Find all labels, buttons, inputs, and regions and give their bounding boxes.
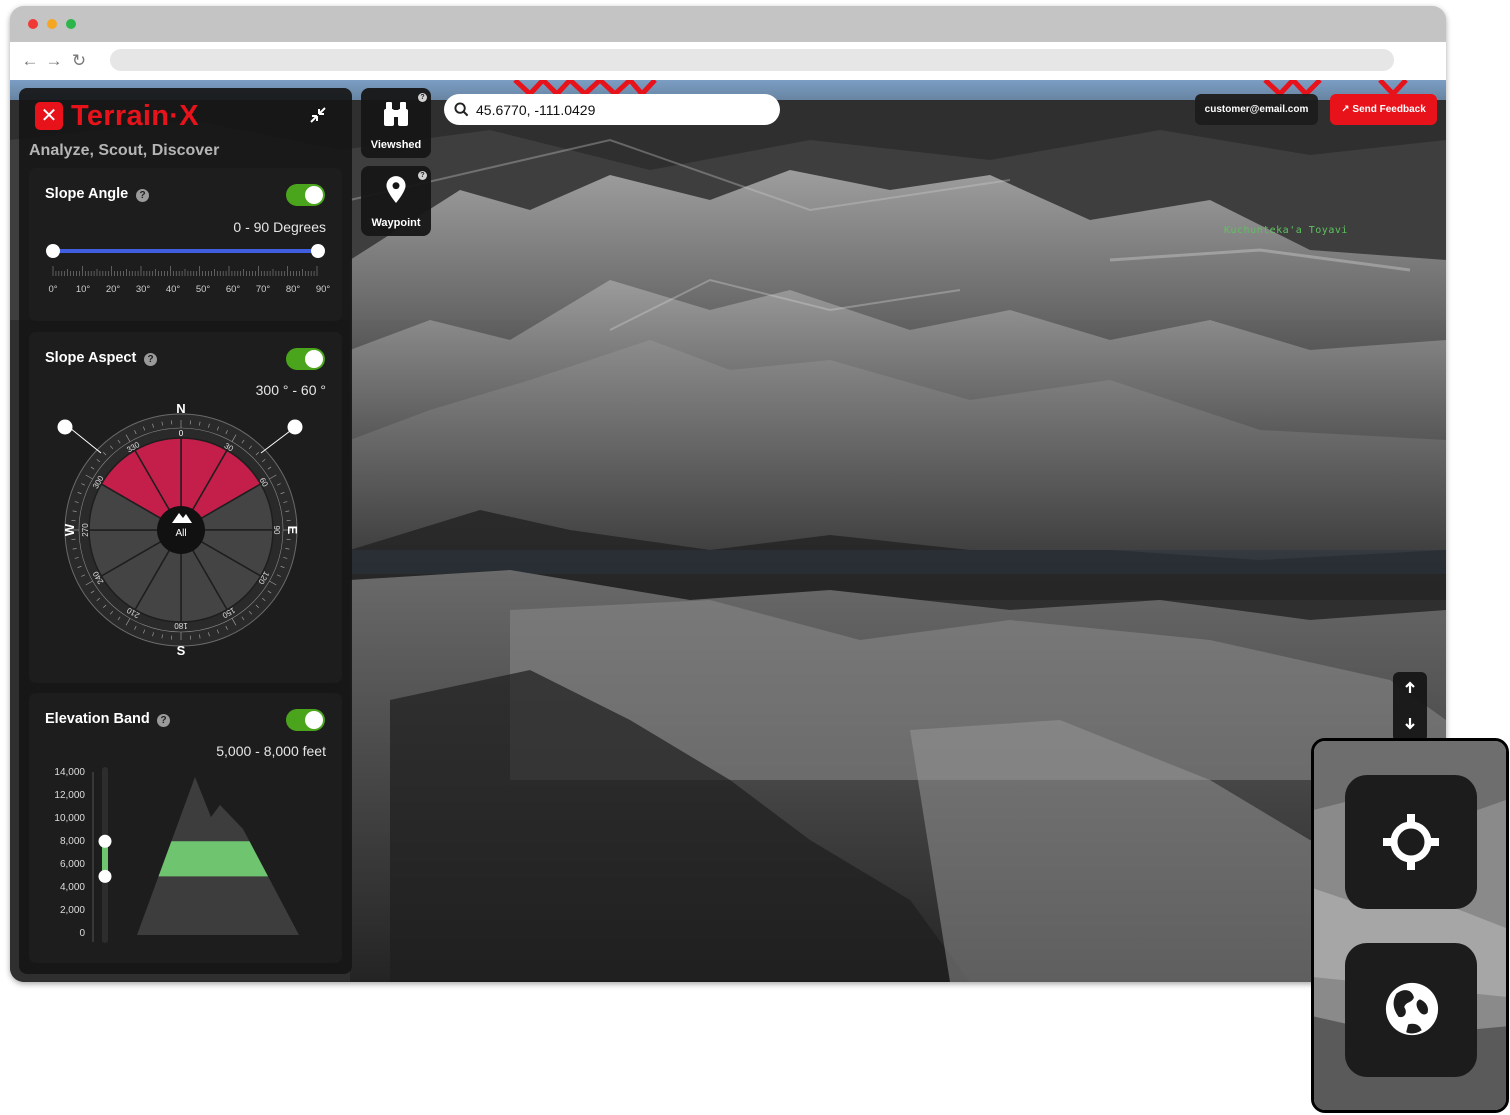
elevation-axis-label: 12,000 [54,790,85,801]
elevation-axis-label: 6,000 [59,859,85,870]
slope-angle-slider-track[interactable] [53,249,317,253]
elevation-band-range: 5,000 - 8,000 feet [216,743,326,759]
browser-nav-bar: ← → ↻ [10,42,1446,80]
collapse-icon[interactable] [309,106,327,124]
aspect-compass[interactable]: All N S E W 0306090120150180210240270300… [49,400,319,656]
slope-aspect-title: Slope Aspect [45,350,137,366]
tick-label: 50° [195,284,211,295]
brand-x-icon: ✕ [35,102,63,130]
map-viewport[interactable]: Kuchunteka'a Toyavi ✕ Terrain·X Analyze,… [10,80,1446,982]
elevation-band-help-icon[interactable]: ? [157,714,170,727]
arrow-down-icon[interactable] [1403,716,1417,730]
external-link-icon: ↗ [1341,104,1350,115]
elevation-band-toggle[interactable] [286,709,325,731]
tilt-control [1393,672,1427,742]
toggle-knob [305,350,323,368]
back-arrow-icon[interactable]: ← [20,50,40,72]
compass-degree-label: 180 [174,621,188,630]
waypoint-label: Waypoint [371,217,421,229]
aspect-from-handle[interactable] [57,419,73,435]
tick-label: 80° [285,284,301,295]
search-icon[interactable] [454,102,469,117]
tick-label: 30° [135,284,151,295]
globe-icon [1385,982,1439,1036]
elevation-high-handle[interactable] [98,834,112,848]
send-feedback-label: Send Feedback [1352,104,1426,115]
slope-aspect-toggle[interactable] [286,348,325,370]
brand-name: Terrain·X [71,100,199,132]
analysis-sidebar: ✕ Terrain·X Analyze, Scout, Discover Slo… [19,88,352,974]
aspect-to-handle[interactable] [287,419,303,435]
viewshed-button[interactable]: ? Viewshed [361,88,431,158]
binoculars-icon [384,102,408,126]
minimize-window-icon[interactable] [47,19,57,29]
user-email-pill[interactable]: customer@email.com [1195,94,1318,125]
elevation-band-title: Elevation Band [45,711,150,727]
compass-degree-label: 0 [179,429,184,438]
elevation-low-handle[interactable] [98,869,112,883]
slope-angle-ticks [52,266,318,276]
maximize-window-icon[interactable] [66,19,76,29]
title-bar [10,6,1446,42]
forward-arrow-icon[interactable]: → [44,50,64,72]
search-input[interactable] [476,100,766,119]
compass-degree-label: 90 [272,526,281,535]
cardinal-e: E [285,526,300,535]
reload-icon[interactable]: ↻ [69,50,89,72]
send-feedback-button[interactable]: ↗ Send Feedback [1330,94,1437,125]
viewshed-label: Viewshed [370,139,422,151]
tick-label: 10° [75,284,91,295]
crosshair-icon [1383,814,1439,870]
tick-label: 20° [105,284,121,295]
tick-label: 40° [165,284,181,295]
map-pin-icon [386,176,406,203]
elevation-axis: 14,000 12,000 10,000 8,000 6,000 4,000 2… [39,767,85,939]
map-place-label: Kuchunteka'a Toyavi [1224,225,1348,236]
slope-angle-range: 0 - 90 Degrees [233,219,326,235]
slope-aspect-help-icon[interactable]: ? [144,353,157,366]
slope-angle-title: Slope Angle [45,186,129,202]
arrow-up-icon[interactable] [1403,681,1417,695]
cardinal-n: N [176,401,185,416]
tick-label: 60° [225,284,241,295]
toggle-knob [305,711,323,729]
cardinal-w: W [62,523,77,536]
slope-aspect-card: Slope Aspect ? 300 ° - 60 ° All N S E W [29,332,342,683]
slope-angle-min-handle[interactable] [46,244,60,258]
zoomed-controls-callout [1311,738,1509,1113]
tick-label: 70° [255,284,271,295]
toggle-knob [305,186,323,204]
tagline: Analyze, Scout, Discover [29,142,220,159]
close-window-icon[interactable] [28,19,38,29]
elevation-axis-label: 4,000 [59,882,85,893]
coordinate-search[interactable] [444,94,780,125]
elevation-axis-label: 0 [79,928,85,939]
cardinal-s: S [177,643,186,656]
slope-angle-max-handle[interactable] [311,244,325,258]
locate-button[interactable] [1345,775,1477,909]
elevation-axis-label: 14,000 [54,767,85,778]
aspect-center-label[interactable]: All [175,528,186,539]
elevation-chart[interactable] [87,767,337,947]
slope-angle-help-icon[interactable]: ? [136,189,149,202]
slope-aspect-range: 300 ° - 60 ° [255,382,326,398]
address-bar[interactable] [110,49,1394,71]
elevation-axis-label: 2,000 [59,905,85,916]
viewshed-help-icon[interactable]: ? [418,93,427,102]
browser-window: ← → ↻ Kuchunteka'a Toyavi ✕ Terrain·X An… [10,6,1446,982]
tick-label: 90° [315,284,331,295]
globe-button[interactable] [1345,943,1477,1077]
slope-angle-card: Slope Angle ? 0 - 90 Degrees 0° 10° 20° … [29,168,342,321]
elevation-band-highlight [158,841,269,877]
waypoint-help-icon[interactable]: ? [418,171,427,180]
elevation-axis-label: 8,000 [59,836,85,847]
compass-degree-label: 270 [81,523,90,537]
tick-label: 0° [48,284,58,295]
waypoint-button[interactable]: ? Waypoint [361,166,431,236]
elevation-band-card: Elevation Band ? 5,000 - 8,000 feet 14,0… [29,693,342,963]
slope-angle-toggle[interactable] [286,184,325,206]
elevation-axis-label: 10,000 [54,813,85,824]
